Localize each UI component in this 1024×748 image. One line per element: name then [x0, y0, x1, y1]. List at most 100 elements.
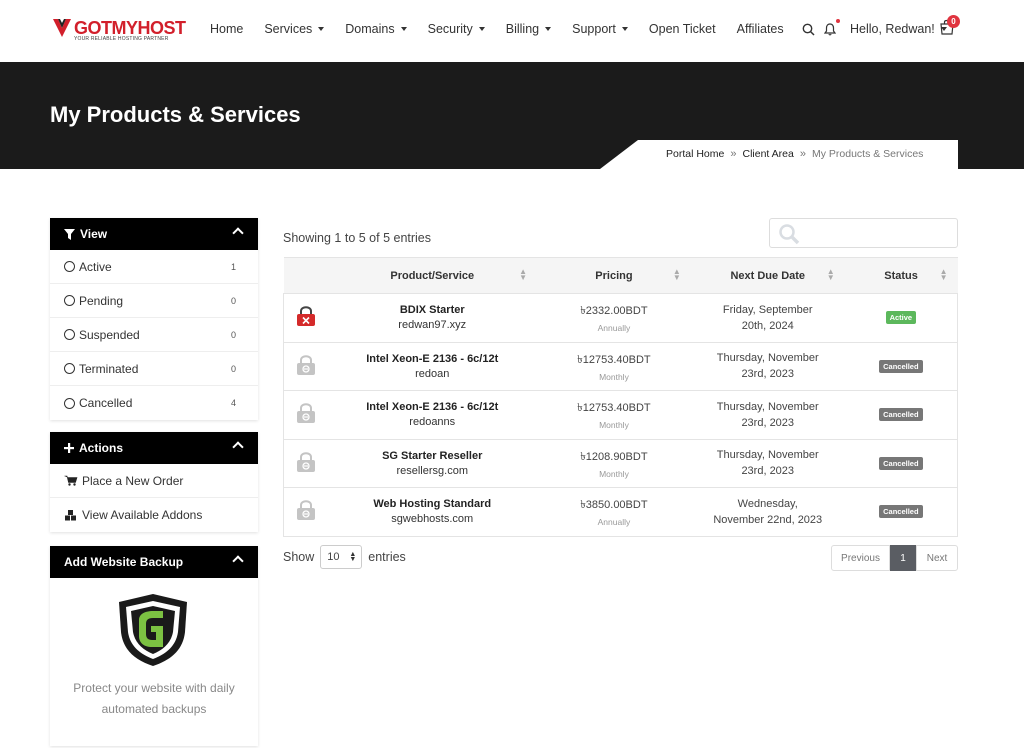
product-cell[interactable]: SG Starter Reseller resellersg.com	[327, 439, 538, 488]
chevron-up-icon[interactable]	[232, 555, 244, 567]
breadcrumb-separator-icon: »	[730, 148, 737, 160]
billing-cycle: Monthly	[599, 420, 629, 431]
table-info: Showing 1 to 5 of 5 entries	[283, 231, 432, 245]
nav-item-domains[interactable]: Domains	[345, 22, 407, 36]
product-icon-cell	[283, 390, 328, 440]
price: ৳1208.90BDT	[580, 450, 648, 463]
column-header-due-date[interactable]: Next Due Date ▲ ▼	[690, 257, 845, 294]
filter-cancelled[interactable]: Cancelled 4	[50, 386, 258, 420]
radio-icon	[64, 329, 75, 340]
search-icon[interactable]	[800, 21, 816, 37]
view-panel-header[interactable]: View	[50, 218, 258, 250]
chevron-up-icon[interactable]	[232, 441, 244, 453]
product-icon-cell	[283, 342, 328, 391]
status-cell: Cancelled	[844, 439, 958, 488]
nav-item-affiliates[interactable]: Affiliates	[737, 22, 784, 36]
entries-label: entries	[368, 550, 406, 564]
chevron-down-icon	[478, 27, 485, 31]
site-logo[interactable]: GOTMYHOST YOUR RELIABLE HOSTING PARTNER	[52, 14, 192, 42]
logo-text: GOTMYHOST	[74, 18, 186, 38]
product-cell[interactable]: Web Hosting Standard sgwebhosts.com	[327, 487, 538, 537]
filter-count: 0	[230, 329, 236, 340]
actions-panel-header[interactable]: Actions	[50, 432, 258, 464]
column-header-pricing[interactable]: Pricing ▲ ▼	[537, 257, 691, 294]
filter-label: Suspended	[79, 327, 140, 342]
chevron-down-icon	[621, 27, 628, 31]
radio-icon	[64, 397, 75, 409]
nav-item-open-ticket[interactable]: Open Ticket	[649, 22, 716, 36]
table-header-row: Product/Service ▲ ▼ Pricing ▲ ▼ Next Due Dat…	[283, 257, 958, 294]
filter-suspended[interactable]: Suspended 0	[50, 318, 258, 352]
billing-cycle: Annually	[597, 517, 631, 528]
nav-item-billing[interactable]: Billing	[505, 22, 552, 36]
chevron-up-icon[interactable]	[232, 227, 244, 239]
status-cell: Active	[844, 293, 958, 343]
price: ৳12753.40BDT	[577, 353, 651, 366]
sort-icon: ▲ ▼	[672, 267, 681, 282]
table-search-input[interactable]	[769, 218, 958, 248]
nav-item-support[interactable]: Support	[572, 22, 628, 36]
filter-terminated[interactable]: Terminated 0	[50, 352, 258, 386]
breadcrumb-item: My Products & Services	[811, 148, 924, 160]
product-cell[interactable]: Intel Xeon-E 2136 - 6c/12t redoanns	[327, 390, 538, 440]
user-menu[interactable]: Hello, Redwan!	[850, 22, 947, 36]
product-icon-cell	[283, 487, 328, 537]
filter-pending[interactable]: Pending 0	[50, 284, 258, 318]
column-header-status[interactable]: Status ▲ ▼	[844, 257, 958, 294]
due-date-cell: Thursday, November 23rd, 2023	[690, 390, 845, 440]
pricing-cell: ৳12753.40BDT Monthly	[537, 390, 691, 440]
nav-item-label: Open Ticket	[648, 22, 716, 36]
page-size-select[interactable]: 10 ▲ ▼	[320, 545, 363, 569]
backup-panel-header[interactable]: Add Website Backup	[50, 546, 258, 578]
filter-active[interactable]: Active 1	[50, 250, 258, 284]
select-arrows-icon: ▲ ▼	[349, 551, 357, 563]
product-name: Web Hosting Standard	[373, 498, 492, 511]
breadcrumb-item[interactable]: Portal Home	[666, 148, 724, 160]
status-badge: Cancelled	[879, 456, 923, 470]
view-addons-label: View Available Addons	[82, 508, 203, 522]
header-actions: Hello, Redwan!	[800, 19, 947, 38]
table-row[interactable]: Intel Xeon-E 2136 - 6c/12t redoanns ৳12753…	[283, 390, 958, 440]
nav-item-home[interactable]: Home	[210, 22, 243, 36]
table-row[interactable]: Intel Xeon-E 2136 - 6c/12t redoan ৳12753.4…	[283, 342, 958, 391]
page-size-control: Show 10 ▲ ▼ entries	[283, 545, 406, 569]
top-header: GOTMYHOST YOUR RELIABLE HOSTING PARTNER …	[0, 0, 1024, 62]
product-domain: sgwebhosts.com	[391, 513, 474, 526]
due-date: Friday, September 20th, 2024	[722, 303, 813, 332]
view-addons-link[interactable]: View Available Addons	[50, 498, 258, 532]
product-name: SG Starter Reseller	[382, 449, 483, 462]
product-cell[interactable]: BDIX Starter redwan97.xyz	[327, 293, 538, 343]
radio-icon	[64, 363, 75, 374]
bell-icon[interactable]	[822, 19, 840, 37]
nav-item-services[interactable]: Services	[264, 22, 325, 36]
filter-icon	[64, 228, 75, 240]
product-cell[interactable]: Intel Xeon-E 2136 - 6c/12t redoan	[327, 342, 538, 391]
filter-count: 0	[230, 295, 236, 306]
nav-item-label: Support	[572, 22, 616, 36]
place-new-order-link[interactable]: Place a New Order	[50, 464, 258, 498]
column-header-product[interactable]: Product/Service ▲ ▼	[327, 257, 538, 294]
nav-item-label: Billing	[505, 22, 540, 36]
nav-item-label: Domains	[345, 22, 395, 36]
backup-body: Protect your website with daily automate…	[50, 578, 258, 746]
table-row[interactable]: BDIX Starter redwan97.xyz ৳2332.00BDT Annua…	[283, 293, 958, 343]
lock-gray-icon	[296, 452, 315, 472]
table-row[interactable]: Web Hosting Standard sgwebhosts.com ৳3850.…	[283, 487, 958, 537]
table-row[interactable]: SG Starter Reseller resellersg.com ৳1208.9…	[283, 439, 958, 488]
status-cell: Cancelled	[844, 390, 958, 440]
filter-count: 1	[230, 261, 236, 272]
lock-gray-icon	[296, 403, 315, 424]
sort-icon: ▲ ▼	[519, 267, 528, 282]
current-page-button[interactable]: 1	[890, 545, 916, 571]
nav-item-label: Home	[210, 22, 244, 36]
breadcrumb-separator-icon: »	[799, 148, 806, 160]
next-page-button[interactable]: Next	[916, 545, 958, 571]
filter-count: 0	[230, 363, 236, 374]
breadcrumb-item[interactable]: Client Area	[742, 148, 793, 160]
plus-icon	[64, 443, 74, 453]
previous-page-button[interactable]: Previous	[831, 545, 890, 571]
product-domain: redoanns	[409, 416, 456, 429]
page-size-value: 10	[327, 551, 340, 563]
user-greeting: Hello, Redwan!	[850, 22, 935, 36]
nav-item-security[interactable]: Security	[428, 22, 485, 36]
